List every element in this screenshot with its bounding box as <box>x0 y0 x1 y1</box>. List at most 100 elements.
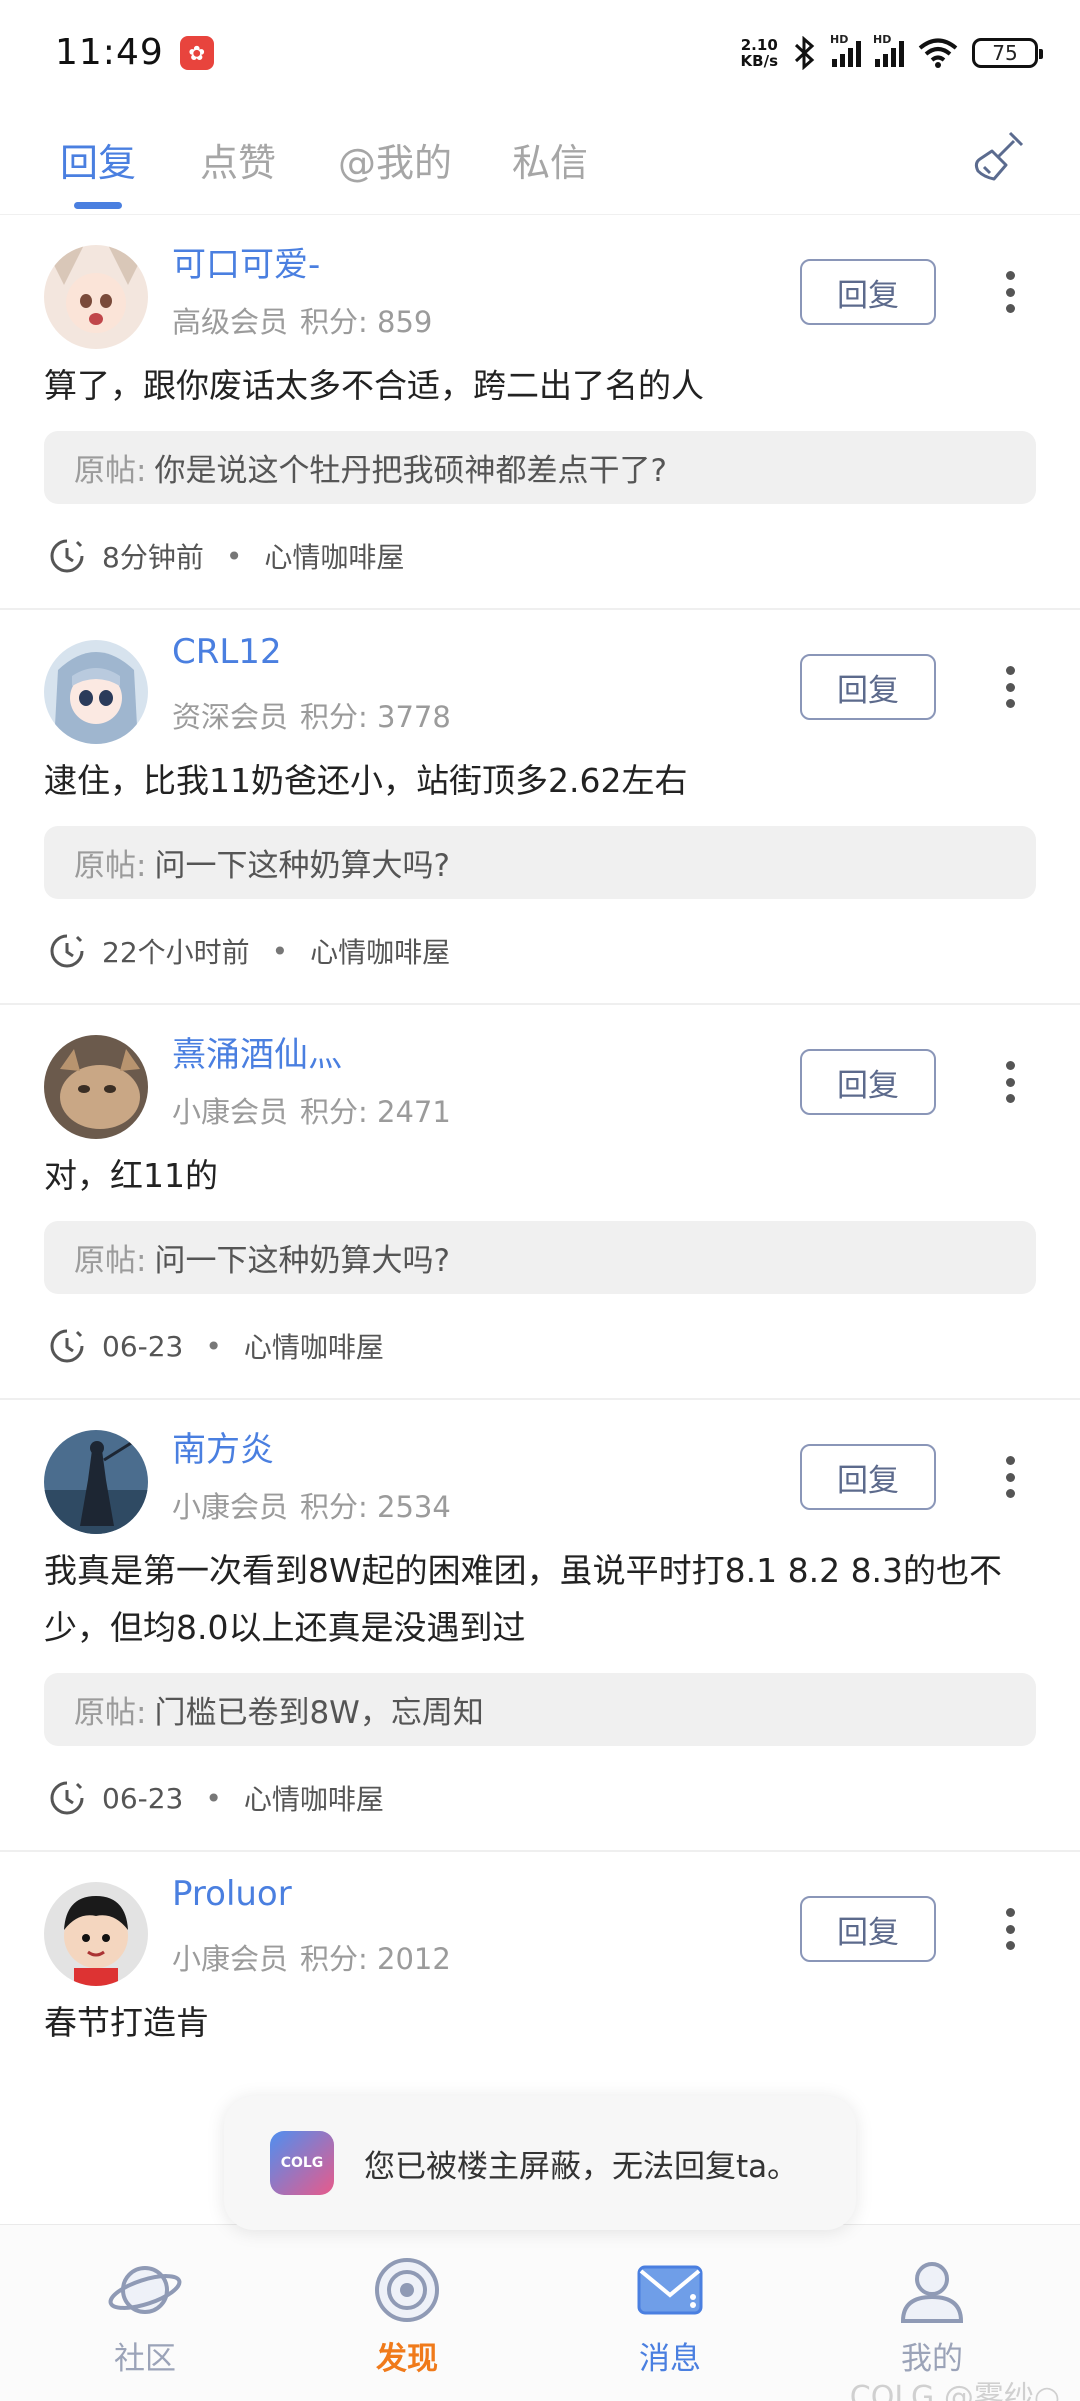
tab-reply[interactable]: 回复 <box>60 105 136 215</box>
nav-community[interactable]: 社区 <box>75 2255 215 2378</box>
user-meta: 小康会员 积分: 2471 <box>172 1089 451 1131</box>
nav-discover[interactable]: 发现 <box>337 2255 477 2378</box>
member-level: 小康会员 <box>172 1942 289 1976</box>
more-options-icon[interactable] <box>1004 271 1016 313</box>
reply-content: 我真是第一次看到8W起的困难团，虽说平时打8.1 8.2 8.3的也不少，但均8… <box>44 1551 1003 1647</box>
reply-content: 春节打造肯 <box>44 2003 209 2042</box>
original-post-label: 原帖: <box>74 1243 147 1279</box>
radar-icon <box>375 2258 439 2322</box>
more-options-icon[interactable] <box>1004 1456 1016 1498</box>
planet-icon <box>108 2266 182 2314</box>
tab-private-messages-label: 私信 <box>512 141 589 185</box>
more-options-icon[interactable] <box>1004 666 1016 708</box>
more-options-icon[interactable] <box>1004 1908 1016 1950</box>
battery-indicator: 75 <box>972 37 1043 68</box>
reply-list: 可口可爱- 高级会员 积分: 859 回复 算了，跟你废话太多不合适，跨二出了名的… <box>0 215 1080 2051</box>
board-name[interactable]: 心情咖啡屋 <box>310 931 450 971</box>
member-level: 小康会员 <box>172 1095 289 1129</box>
clear-all-broom-icon[interactable] <box>970 127 1030 187</box>
tab-private-messages[interactable]: 私信 <box>512 105 588 215</box>
reply-button[interactable]: 回复 <box>800 259 936 325</box>
username[interactable]: 可口可爱- <box>172 237 320 286</box>
reply-content: 对，红11的 <box>44 1156 218 1195</box>
list-item[interactable]: 可口可爱- 高级会员 积分: 859 回复 算了，跟你废话太多不合适，跨二出了名的… <box>0 215 1080 610</box>
original-post-label: 原帖: <box>74 1695 147 1731</box>
reply-time: 8分钟前 <box>102 541 204 574</box>
network-speed: 2.10 KB/s <box>741 37 778 69</box>
user-points: 积分: 859 <box>300 305 433 339</box>
reply-content: 算了，跟你废话太多不合适，跨二出了名的人 <box>44 366 704 405</box>
nav-messages-label: 消息 <box>639 2341 701 2377</box>
clock-icon <box>50 934 84 968</box>
status-icons: 2.10 KB/s HD HD 75 <box>741 33 1043 70</box>
watermark: COLG @雾纱○ <box>849 2380 1060 2401</box>
member-level: 小康会员 <box>172 1490 289 1524</box>
nav-me[interactable]: 我的 <box>862 2255 1002 2378</box>
app-notification-icon: ✿ <box>179 35 214 70</box>
reply-button[interactable]: 回复 <box>800 654 936 720</box>
list-item[interactable]: 南方炎 小康会员 积分: 2534 回复 我真是第一次看到8W起的困难团，虽说平时… <box>0 1400 1080 1852</box>
original-post[interactable]: 原帖: 问一下这种奶算大吗? <box>44 1221 1036 1294</box>
nav-messages[interactable]: 消息 <box>600 2255 740 2378</box>
original-post-label: 原帖: <box>74 848 147 884</box>
original-post[interactable]: 原帖: 问一下这种奶算大吗? <box>44 826 1036 899</box>
username[interactable]: 熹涌酒仙灬 <box>172 1027 342 1076</box>
status-bar: 11:49 ✿ 2.10 KB/s HD HD 75 <box>0 0 1080 105</box>
colg-logo-icon: COLG <box>270 2131 334 2195</box>
board-name[interactable]: 心情咖啡屋 <box>244 1326 384 1366</box>
original-post[interactable]: 原帖: 门槛已卷到8W，忘周知 <box>44 1673 1036 1746</box>
tab-likes[interactable]: 点赞 <box>200 105 276 215</box>
reply-button[interactable]: 回复 <box>800 1049 936 1115</box>
nav-community-label: 社区 <box>114 2341 176 2377</box>
nav-discover-label: 发现 <box>376 2341 438 2377</box>
mail-icon <box>637 2265 703 2315</box>
status-time: 11:49 <box>55 32 164 73</box>
avatar[interactable] <box>44 640 148 744</box>
signal-2-icon: HD <box>873 33 904 67</box>
username[interactable]: Proluor <box>172 1874 292 1914</box>
reply-time: 06-23 <box>102 1329 184 1363</box>
original-post-text: 问一下这种奶算大吗? <box>154 1243 450 1279</box>
tab-likes-label: 点赞 <box>200 141 277 185</box>
list-item[interactable]: 熹涌酒仙灬 小康会员 积分: 2471 回复 对，红11的 原帖: 问一下这种奶算大… <box>0 1005 1080 1400</box>
user-points: 积分: 2471 <box>300 1095 451 1129</box>
clock-icon <box>50 1329 84 1363</box>
bluetooth-icon <box>794 35 815 70</box>
reply-time: 06-23 <box>102 1781 184 1815</box>
original-post[interactable]: 原帖: 你是说这个牡丹把我硕神都差点干了? <box>44 431 1036 504</box>
clock-icon <box>50 1781 84 1815</box>
user-meta: 资深会员 积分: 3778 <box>172 694 451 736</box>
original-post-text: 门槛已卷到8W，忘周知 <box>154 1695 484 1731</box>
list-item[interactable]: CRL12 资深会员 积分: 3778 回复 逮住，比我11奶爸还小，站街顶多2.… <box>0 610 1080 1005</box>
blocked-toast: COLG 您已被楼主屏蔽，无法回复ta。 <box>224 2096 856 2230</box>
tab-mentions[interactable]: @我的 <box>338 105 452 215</box>
more-options-icon[interactable] <box>1004 1061 1016 1103</box>
item-footer: 22个小时前 • 心情咖啡屋 <box>44 899 1036 1003</box>
separator-dot: • <box>271 934 289 968</box>
signal-1-icon: HD <box>830 33 861 67</box>
tab-reply-label: 回复 <box>60 141 137 185</box>
avatar[interactable] <box>44 245 148 349</box>
board-name[interactable]: 心情咖啡屋 <box>244 1778 384 1818</box>
message-tabs: 回复 点赞 @我的 私信 <box>0 105 1080 215</box>
avatar[interactable] <box>44 1035 148 1139</box>
original-post-label: 原帖: <box>74 453 147 489</box>
item-footer: 06-23 • 心情咖啡屋 <box>44 1294 1036 1398</box>
username[interactable]: 南方炎 <box>172 1422 274 1471</box>
reply-button[interactable]: 回复 <box>800 1444 936 1510</box>
separator-dot: • <box>205 1781 222 1815</box>
avatar[interactable] <box>44 1882 148 1986</box>
avatar[interactable] <box>44 1430 148 1534</box>
network-speed-unit: KB/s <box>740 51 778 70</box>
wifi-icon <box>918 38 958 68</box>
original-post-text: 问一下这种奶算大吗? <box>154 848 450 884</box>
list-item[interactable]: Proluor 小康会员 积分: 2012 回复 春节打造肯 <box>0 1852 1080 2051</box>
clock-icon <box>50 539 84 573</box>
reply-button[interactable]: 回复 <box>800 1896 936 1962</box>
item-footer: 8分钟前 • 心情咖啡屋 <box>44 504 1036 608</box>
item-footer: 06-23 • 心情咖啡屋 <box>44 1746 1036 1850</box>
member-level: 资深会员 <box>172 700 289 734</box>
original-post-text: 你是说这个牡丹把我硕神都差点干了? <box>154 453 667 489</box>
board-name[interactable]: 心情咖啡屋 <box>264 536 404 576</box>
username[interactable]: CRL12 <box>172 632 282 672</box>
